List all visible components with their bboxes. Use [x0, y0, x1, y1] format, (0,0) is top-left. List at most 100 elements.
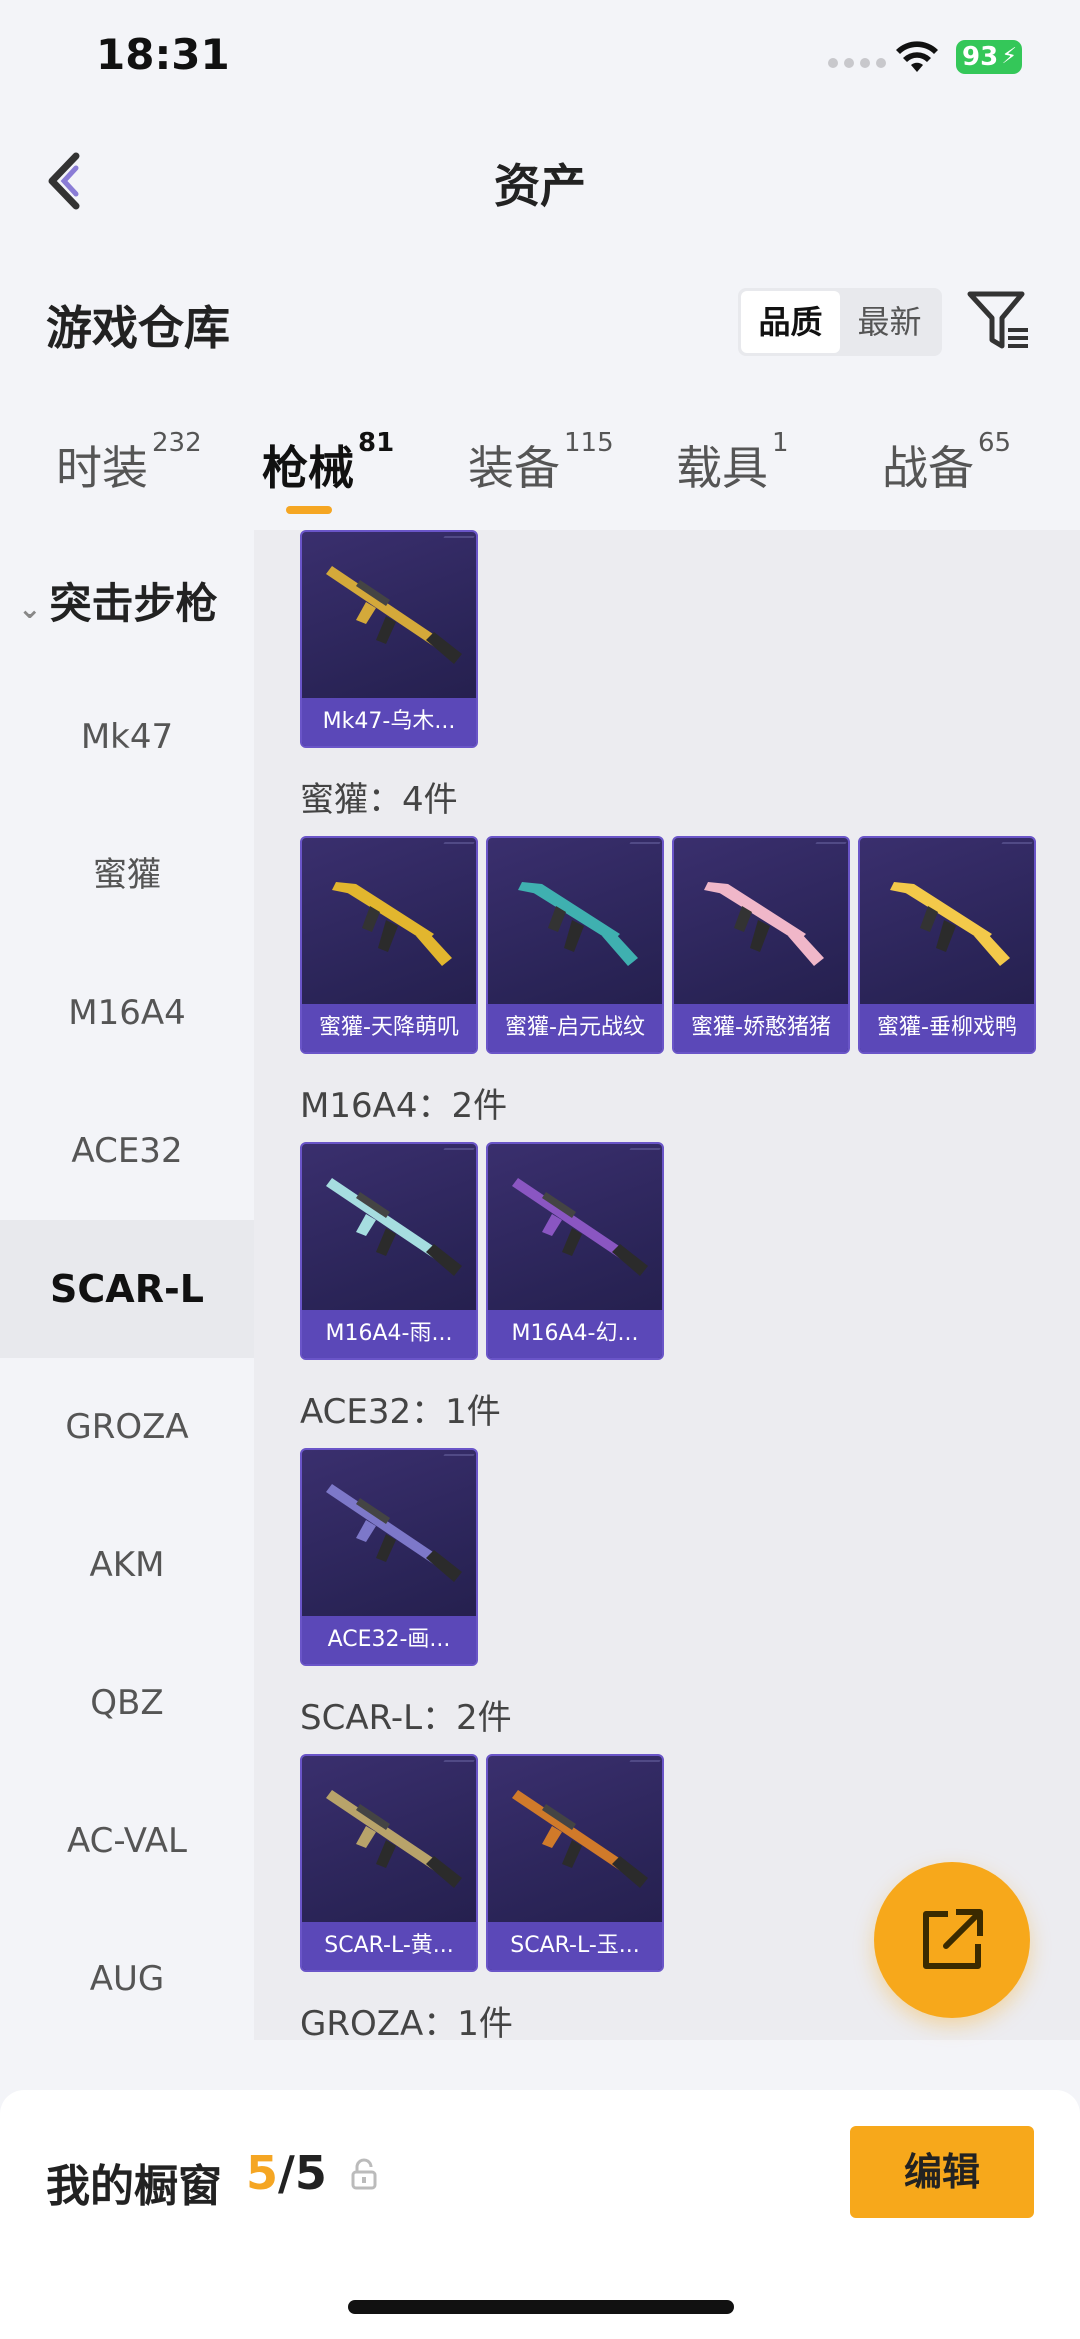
status-bar: 18:31 93 ⚡ — [0, 0, 1080, 120]
tab-label: 载具 — [676, 441, 768, 495]
tab-vehicles[interactable]: 载具 1 — [676, 428, 789, 498]
share-icon — [923, 1909, 983, 1969]
sort-quality-option[interactable]: 品质 — [741, 291, 840, 353]
share-button[interactable] — [874, 1862, 1030, 2018]
sidebar-item-ace32[interactable]: ACE32 — [0, 1082, 254, 1220]
sidebar-item-ac-val[interactable]: AC-VAL — [0, 1772, 254, 1910]
weapon-grid: Mk47-乌木... 蜜獾：4件 蜜獾-天降萌叽 蜜獾-启元战纹 蜜獾-娇憨猪猪… — [254, 530, 1080, 2040]
cellular-signal-icon — [828, 58, 886, 68]
sidebar-item-m16a4[interactable]: M16A4 — [0, 944, 254, 1082]
group-label: ACE32：1件 — [300, 1392, 501, 1432]
sidebar-item-qbz[interactable]: QBZ — [0, 1634, 254, 1772]
gun-part — [426, 632, 462, 664]
rifle-icon — [512, 1790, 648, 1888]
filter-icon[interactable] — [966, 288, 1032, 354]
gun-part — [704, 882, 728, 894]
charging-icon: ⚡ — [1001, 44, 1017, 69]
group-label: 蜜獾：4件 — [300, 780, 458, 820]
smg-icon — [518, 882, 638, 966]
weapon-card-label: 蜜獾-启元战纹 — [488, 1004, 662, 1052]
weapon-card[interactable]: 蜜獾-启元战纹 — [486, 836, 664, 1054]
showcase-panel: 我的橱窗 5/5 编辑 — [0, 2090, 1080, 2339]
weapon-card-label: 蜜獾-娇憨猪猪 — [674, 1004, 848, 1052]
gun-part — [376, 1228, 396, 1256]
weapon-card-label: ACE32-画... — [302, 1616, 476, 1664]
status-time: 18:31 — [96, 30, 230, 79]
category-tabs: 时装 232 枪械 81 装备 115 载具 1 战备 65 — [0, 428, 1080, 532]
chevron-down-icon: ⌄ — [18, 592, 42, 625]
weapon-card-label: 蜜獾-天降萌叽 — [302, 1004, 476, 1052]
group-label: SCAR-L：2件 — [300, 1698, 512, 1738]
tab-label: 时装 — [56, 441, 148, 495]
gun-part — [426, 1856, 462, 1888]
rifle-icon — [326, 566, 462, 664]
tab-label: 战备 — [882, 441, 974, 495]
gun-part — [376, 616, 396, 644]
showcase-total: /5 — [278, 2146, 327, 2200]
gun-part — [890, 882, 914, 894]
weapon-card[interactable]: SCAR-L-玉... — [486, 1754, 664, 1972]
tab-count: 115 — [564, 428, 614, 458]
weapon-card[interactable]: 蜜獾-垂柳戏鸭 — [858, 836, 1036, 1054]
weapon-card-label: SCAR-L-玉... — [488, 1922, 662, 1970]
tab-firearms[interactable]: 枪械 81 — [262, 428, 394, 498]
sidebar-item-mk47[interactable]: Mk47 — [0, 668, 254, 806]
showcase-current: 5 — [246, 2146, 279, 2200]
gun-part — [332, 882, 356, 894]
weapon-card-label: M16A4-幻... — [488, 1310, 662, 1358]
section-title: 游戏仓库 — [46, 301, 230, 355]
weapon-card[interactable]: Mk47-乌木... — [300, 530, 478, 748]
sidebar-item-groza[interactable]: GROZA — [0, 1358, 254, 1496]
group-label: GROZA：1件 — [300, 2004, 513, 2040]
sort-newest-option[interactable]: 最新 — [840, 291, 939, 353]
tab-count: 81 — [358, 428, 395, 458]
gun-part — [416, 932, 452, 966]
weapon-card-label: M16A4-雨... — [302, 1310, 476, 1358]
rifle-icon — [512, 1178, 648, 1276]
gun-part — [426, 1550, 462, 1582]
weapon-card[interactable]: M16A4-幻... — [486, 1142, 664, 1360]
tab-label: 装备 — [468, 441, 560, 495]
active-tab-indicator — [286, 506, 332, 514]
gun-part — [378, 920, 398, 952]
rifle-icon — [326, 1178, 462, 1276]
battery-level: 93 — [962, 42, 999, 72]
sidebar-category-label: 突击步枪 — [49, 579, 218, 628]
tab-supplies[interactable]: 战备 65 — [882, 428, 1011, 498]
tab-equipment[interactable]: 装备 115 — [468, 428, 614, 498]
tab-count: 65 — [978, 428, 1012, 458]
weapon-card[interactable]: 蜜獾-天降萌叽 — [300, 836, 478, 1054]
sidebar-item-scar-l[interactable]: SCAR-L — [0, 1220, 254, 1358]
sidebar-item-honey-badger[interactable]: 蜜獾 — [0, 806, 254, 944]
weapon-card[interactable]: M16A4-雨... — [300, 1142, 478, 1360]
lock-icon — [351, 2158, 377, 2190]
sidebar-category-header[interactable]: ⌄ 突击步枪 — [18, 570, 217, 631]
weapon-card-label: SCAR-L-黄... — [302, 1922, 476, 1970]
gun-part — [376, 1840, 396, 1868]
rifle-icon — [326, 1790, 462, 1888]
weapon-card-label: Mk47-乌木... — [302, 698, 476, 746]
nav-bar: 资产 — [0, 120, 1080, 240]
gun-part — [564, 920, 584, 952]
weapon-card[interactable]: SCAR-L-黄... — [300, 1754, 478, 1972]
sidebar-item-aug[interactable]: AUG — [0, 1910, 254, 2048]
edit-button[interactable]: 编辑 — [850, 2126, 1034, 2218]
gun-part — [974, 932, 1010, 966]
weapon-card[interactable]: 蜜獾-娇憨猪猪 — [672, 836, 850, 1054]
tab-fashion[interactable]: 时装 232 — [56, 428, 202, 498]
tab-count: 1 — [772, 428, 789, 458]
gun-part — [562, 1840, 582, 1868]
gun-part — [750, 920, 770, 952]
home-indicator — [348, 2300, 734, 2314]
sort-toggle: 品质 最新 — [738, 288, 942, 356]
page-title: 资产 — [494, 159, 586, 213]
smg-icon — [704, 882, 824, 966]
weapon-card[interactable]: ACE32-画... — [300, 1448, 478, 1666]
weapon-sidebar: ⌄ 突击步枪 Mk47 蜜獾 M16A4 ACE32 SCAR-L GROZA A… — [0, 530, 254, 2040]
rifle-icon — [326, 1484, 462, 1582]
showcase-title: 我的橱窗 — [46, 2161, 222, 2212]
wifi-icon — [896, 41, 938, 72]
gun-part — [562, 1228, 582, 1256]
sidebar-item-akm[interactable]: AKM — [0, 1496, 254, 1634]
smg-icon — [890, 882, 1010, 966]
